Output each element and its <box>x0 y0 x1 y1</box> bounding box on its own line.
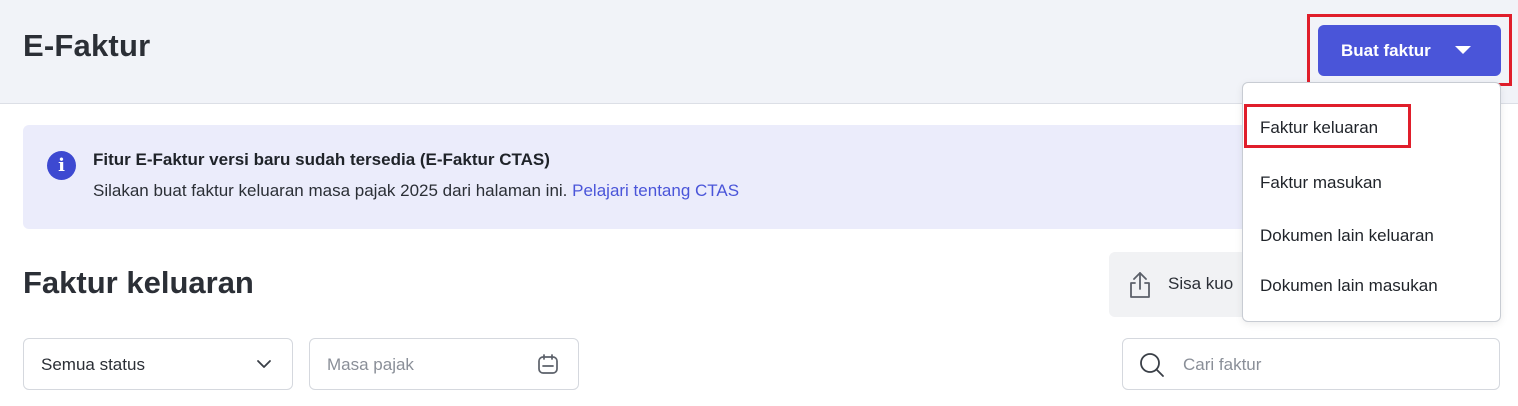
menu-item-faktur-masukan[interactable]: Faktur masukan <box>1260 173 1382 193</box>
section-title: Faktur keluaran <box>23 265 254 300</box>
page-title: E-Faktur <box>23 28 151 63</box>
search-input[interactable]: Cari faktur <box>1122 338 1500 390</box>
info-icon: i <box>47 151 76 180</box>
menu-item-dokumen-lain-masukan[interactable]: Dokumen lain masukan <box>1260 276 1438 296</box>
menu-item-dokumen-lain-keluaran[interactable]: Dokumen lain keluaran <box>1260 226 1434 246</box>
banner-message: Silakan buat faktur keluaran masa pajak … <box>93 181 568 200</box>
search-placeholder: Cari faktur <box>1183 355 1262 374</box>
tax-period-placeholder: Masa pajak <box>327 355 414 374</box>
tax-period-input[interactable]: Masa pajak <box>309 338 579 390</box>
info-banner: i Fitur E-Faktur versi baru sudah tersed… <box>23 125 1283 229</box>
upload-icon <box>1130 272 1150 298</box>
banner-title: Fitur E-Faktur versi baru sudah tersedia… <box>93 150 550 169</box>
status-select-value: Semua status <box>41 355 145 374</box>
status-select[interactable]: Semua status <box>23 338 293 390</box>
search-icon <box>1140 353 1164 377</box>
chevron-down-icon <box>257 360 271 368</box>
highlight-menu-item <box>1244 104 1411 148</box>
quota-label: Sisa kuo <box>1168 274 1234 293</box>
quota-box[interactable]: Sisa kuo <box>1109 252 1249 317</box>
highlight-create-button <box>1307 14 1512 86</box>
calendar-icon[interactable] <box>536 352 560 376</box>
banner-text: Silakan buat faktur keluaran masa pajak … <box>93 181 739 201</box>
learn-ctas-link[interactable]: Pelajari tentang CTAS <box>572 181 739 200</box>
